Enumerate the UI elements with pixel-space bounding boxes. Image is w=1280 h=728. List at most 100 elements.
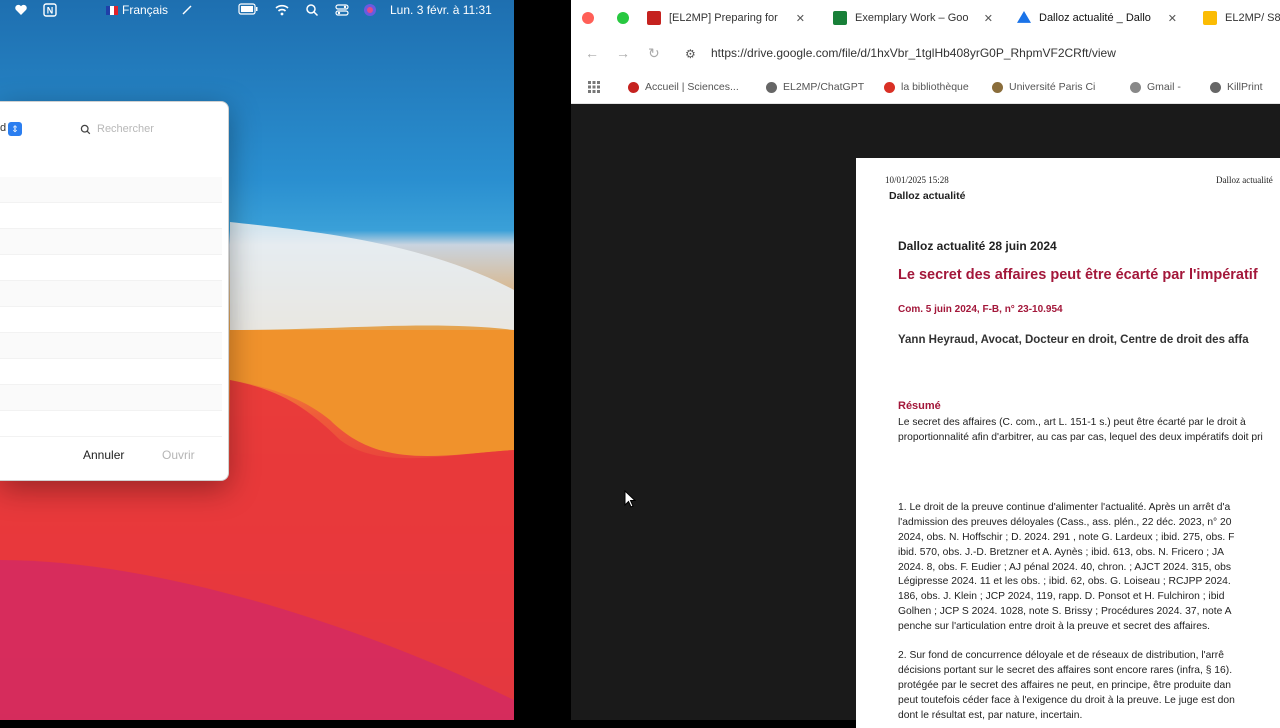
paragraph-line: 2024. 8, obs. F. Eudier ; AJ pénal 2024.… <box>898 562 1231 573</box>
language-label: Français <box>122 3 169 17</box>
resume-line: Le secret des affaires (C. com., art L. … <box>898 417 1246 428</box>
french-flag-icon <box>106 5 118 15</box>
search-placeholder: Rechercher <box>97 123 154 135</box>
desktop-wallpaper: N Français Lun. 3 févr. à 11:31 d ⇕ Rech… <box>0 0 514 720</box>
search-field[interactable]: Rechercher <box>80 120 220 138</box>
bookmark-killprint[interactable]: KillPrint <box>1210 81 1263 93</box>
paragraph-line: dont le résultat est, par nature, incert… <box>898 710 1083 721</box>
bookmark-universite[interactable]: Université Paris Ci <box>992 81 1095 93</box>
close-window-button[interactable] <box>582 12 594 24</box>
bookmark-favicon-icon <box>992 81 1003 93</box>
bookmark-label: Gmail - <box>1147 81 1181 93</box>
bookmark-favicon-icon <box>884 81 895 93</box>
list-item[interactable] <box>0 255 222 281</box>
pen-icon[interactable] <box>180 3 194 17</box>
paragraph-line: l'admission des preuves déloyales (Cass.… <box>898 517 1232 528</box>
paragraph-line: 186, obs. J. Klein ; JCP 2024, 119, rapp… <box>898 591 1225 602</box>
site-settings-icon[interactable]: ⚙ <box>685 47 696 61</box>
print-source: Dalloz actualité <box>1216 175 1273 185</box>
author-line: Yann Heyraud, Avocat, Docteur en droit, … <box>898 334 1249 346</box>
file-list[interactable] <box>0 177 228 437</box>
slides-icon <box>1203 11 1217 25</box>
pdf-viewer[interactable]: 10/01/2025 15:28 Dalloz actualité Dalloz… <box>571 104 1280 728</box>
back-arrow-icon[interactable]: ← <box>585 45 599 61</box>
tab-dalloz-actualite[interactable]: Dalloz actualité _ Dallo ✕ <box>1017 4 1183 32</box>
paragraph-line: 1. Le droit de la preuve continue d'alim… <box>898 502 1231 513</box>
bookmarks-bar: Accueil | Sciences... EL2MP/ChatGPT la b… <box>571 72 1280 104</box>
zoom-window-button[interactable] <box>617 12 629 24</box>
svg-text:N: N <box>47 6 54 16</box>
list-item[interactable] <box>0 411 222 437</box>
browser-toolbar: ← → ↻ ⚙ https://drive.google.com/file/d/… <box>571 36 1280 72</box>
browser-window: [EL2MP] Preparing for ✕ Exemplary Work –… <box>571 0 1280 728</box>
notion-icon[interactable]: N <box>43 3 57 17</box>
cancel-button[interactable]: Annuler <box>83 448 124 462</box>
input-source-menu[interactable]: Français <box>106 3 168 17</box>
list-item[interactable] <box>0 229 222 255</box>
list-item[interactable] <box>0 333 222 359</box>
close-icon[interactable]: ✕ <box>1168 12 1177 25</box>
case-reference: Com. 5 juin 2024, F-B, n° 23-10.954 <box>898 304 1063 315</box>
location-selector-label: d <box>0 122 7 134</box>
sheets-icon <box>833 11 847 25</box>
globe-icon <box>1210 81 1221 93</box>
print-date: 10/01/2025 15:28 <box>885 175 949 185</box>
bookmark-favicon-icon <box>628 81 639 93</box>
tab-title: [EL2MP] Preparing for <box>669 12 778 24</box>
bookmark-accueil[interactable]: Accueil | Sciences... <box>628 81 739 93</box>
menu-bar: N Français Lun. 3 févr. à 11:31 <box>0 0 514 22</box>
paragraph-line: peut toutefois céder face à l'exigence d… <box>898 695 1235 706</box>
bookmark-gmail[interactable]: Gmail - <box>1130 81 1181 93</box>
reload-icon[interactable]: ↻ <box>648 45 660 62</box>
menubar-clock[interactable]: Lun. 3 févr. à 11:31 <box>390 3 492 17</box>
tab-exemplary-work[interactable]: Exemplary Work – Goo ✕ <box>833 4 999 32</box>
paragraph-line: penche sur l'articulation entre droit à … <box>898 621 1210 632</box>
google-icon <box>1130 81 1141 93</box>
bookmark-label: KillPrint <box>1227 81 1263 93</box>
globe-icon <box>766 81 777 93</box>
list-item[interactable] <box>0 281 222 307</box>
tab-bar: [EL2MP] Preparing for ✕ Exemplary Work –… <box>571 0 1280 36</box>
tab-el2mp-preparing[interactable]: [EL2MP] Preparing for ✕ <box>647 4 811 32</box>
tab-title: Exemplary Work – Goo <box>855 12 969 24</box>
siri-icon[interactable] <box>363 3 377 17</box>
battery-icon[interactable] <box>238 3 258 15</box>
control-center-icon[interactable] <box>335 3 349 17</box>
list-item[interactable] <box>0 385 222 411</box>
mouse-cursor-icon <box>624 490 636 508</box>
open-button[interactable]: Ouvrir <box>162 448 195 462</box>
location-selector-button[interactable]: ⇕ <box>8 122 22 136</box>
tab-el2mp-s8[interactable]: EL2MP/ S8 <box>1203 4 1280 32</box>
close-icon[interactable]: ✕ <box>796 12 805 25</box>
gmail-icon <box>647 11 661 25</box>
file-open-dialog: d ⇕ Rechercher Annuler Ouvrir <box>0 101 229 481</box>
issue-title: Dalloz actualité 28 juin 2024 <box>898 239 1057 253</box>
address-bar[interactable]: https://drive.google.com/file/d/1hxVbr_1… <box>711 46 1116 60</box>
article-title: Le secret des affaires peut être écarté … <box>898 267 1258 283</box>
bookmark-bibliotheque[interactable]: la bibliothèque <box>884 81 969 93</box>
search-icon <box>80 124 91 134</box>
heart-icon[interactable] <box>14 3 28 17</box>
list-item[interactable] <box>0 359 222 385</box>
window-gap <box>514 0 571 720</box>
list-item[interactable] <box>0 203 222 229</box>
apps-grid-icon[interactable] <box>588 81 600 93</box>
chevron-updown-icon: ⇕ <box>11 123 19 134</box>
bookmark-label: EL2MP/ChatGPT <box>783 81 865 93</box>
resume-line: proportionnalité afin d'arbitrer, au cas… <box>898 432 1263 443</box>
spotlight-search-icon[interactable] <box>305 3 319 17</box>
paragraph-line: ibid. 570, obs. J.-D. Bretzner et A. Ayn… <box>898 547 1225 558</box>
paragraph-line: 2024, obs. N. Hoffschir ; D. 2024. 291 ,… <box>898 532 1235 543</box>
paragraph-line: Golhen ; JCP S 2024. 1028, note S. Briss… <box>898 606 1232 617</box>
bookmark-label: Université Paris Ci <box>1009 81 1096 93</box>
list-item[interactable] <box>0 177 222 203</box>
forward-arrow-icon[interactable]: → <box>616 45 630 61</box>
bookmark-chatgpt[interactable]: EL2MP/ChatGPT <box>766 81 864 93</box>
paragraph-line: Légipresse 2024. 11 et les obs. ; ibid. … <box>898 576 1231 587</box>
paragraph-line: protégée par le secret des affaires ne p… <box>898 680 1231 691</box>
google-drive-icon <box>1017 11 1031 23</box>
pdf-page: 10/01/2025 15:28 Dalloz actualité Dalloz… <box>856 158 1280 728</box>
list-item[interactable] <box>0 307 222 333</box>
wifi-icon[interactable] <box>275 3 289 17</box>
close-icon[interactable]: ✕ <box>984 12 993 25</box>
